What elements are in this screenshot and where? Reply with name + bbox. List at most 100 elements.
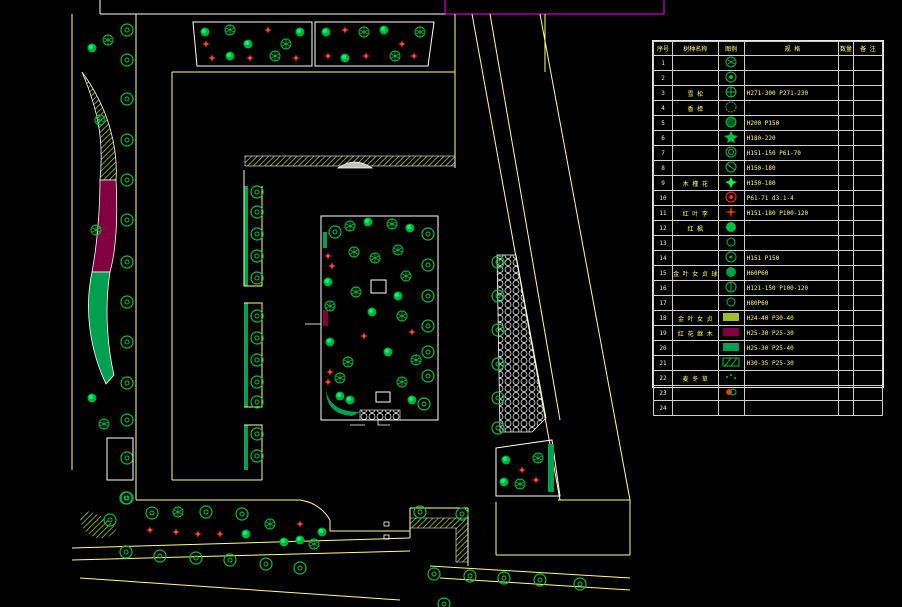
top-flower-bed-left — [192, 21, 313, 67]
legend-row-note — [852, 250, 884, 266]
legend-row-note — [852, 310, 884, 326]
legend-row-name — [672, 55, 719, 71]
legend-row-name — [672, 340, 719, 356]
legend-body: 123雪 松 H271-300 P271-230 4 香 樟 5 H200 P150 6 H1… — [652, 55, 884, 416]
legend-row-spec — [743, 100, 840, 116]
legend-row-note — [852, 55, 884, 71]
legend-row: 9木 槿 花 H150-180 — [652, 175, 884, 191]
hedge-strips — [243, 155, 456, 470]
legend-symbol-icon — [717, 220, 745, 236]
legend-row: 3雪 松 H271-300 P271-230 — [652, 85, 884, 101]
legend-row-name — [672, 235, 719, 251]
legend-row-qty — [838, 280, 854, 296]
legend-row-name — [672, 115, 719, 131]
legend-symbol-icon — [717, 160, 745, 176]
legend-row-spec: H60P60 — [743, 265, 840, 281]
legend-symbol-icon — [717, 385, 745, 401]
legend-row: 10 P61-71 d3.1-4 — [652, 190, 884, 206]
legend-row-note — [852, 355, 884, 371]
legend-row-spec — [743, 70, 840, 86]
legend-row-qty — [838, 400, 854, 416]
legend-row-no: 20 — [652, 340, 674, 356]
legend-row-note — [852, 205, 884, 221]
legend-row-qty — [838, 85, 854, 101]
legend-row-spec: H30-35 P25-30 — [743, 355, 840, 371]
legend-row-no: 18 — [652, 310, 674, 326]
legend-row: 2 — [652, 70, 884, 86]
legend-row-qty — [838, 220, 854, 236]
legend-row-name — [672, 145, 719, 161]
legend-row: 12 红 枫 — [652, 220, 884, 236]
legend-row-no: 10 — [652, 190, 674, 206]
legend-row-spec: H151-180 P100-120 — [743, 205, 840, 221]
legend-row-qty — [838, 325, 854, 341]
legend-row: 24 — [652, 400, 884, 416]
legend-header-row: 序号 树种名称 图例 规 格 数量 备 注 — [652, 41, 884, 56]
legend-header-name: 树种名称 — [672, 41, 719, 56]
legend-symbol-icon — [717, 400, 745, 416]
top-flower-bed-right — [314, 21, 435, 67]
legend-row: 4香 樟 — [652, 100, 884, 116]
legend-symbol-icon — [717, 70, 745, 86]
legend-header-note: 备 注 — [852, 41, 884, 56]
legend-row-spec: H151 P150 — [743, 250, 840, 266]
legend-row-name — [672, 385, 719, 401]
legend-row-name — [672, 70, 719, 86]
legend-row-no: 16 — [652, 280, 674, 296]
legend-symbol-icon — [717, 250, 745, 266]
legend-row-qty — [838, 55, 854, 71]
legend-row: 14 H151 P150 — [652, 250, 884, 266]
legend-row-spec: P61-71 d3.1-4 — [743, 190, 840, 206]
legend-row-note — [852, 100, 884, 116]
legend-symbol-icon — [717, 85, 745, 101]
legend-row-name — [672, 280, 719, 296]
legend-row-name: 红 叶 李 — [672, 205, 719, 221]
bottom-planting — [80, 491, 390, 575]
legend-header-qty: 数量 — [838, 41, 854, 56]
legend-symbol-icon — [717, 355, 745, 371]
legend-row-no: 24 — [652, 400, 674, 416]
legend-row-note — [852, 190, 884, 206]
legend-row-spec — [743, 220, 840, 236]
legend-symbol-icon — [717, 295, 745, 311]
legend-row: 18 金 叶 女 贞 H24-40 P30-40 — [652, 310, 884, 326]
legend-row-no: 12 — [652, 220, 674, 236]
legend-row-note — [852, 145, 884, 161]
legend-row: 8 H150-180 — [652, 160, 884, 176]
legend-row-name: 香 樟 — [672, 100, 719, 116]
legend-row-note — [852, 220, 884, 236]
legend-symbol-icon — [717, 280, 745, 296]
legend-row-name — [672, 355, 719, 371]
legend-row-qty — [838, 370, 854, 386]
legend-row-note — [852, 70, 884, 86]
legend-row: 21 H30-35 P25-30 — [652, 355, 884, 371]
legend-row-no: 14 — [652, 250, 674, 266]
legend-row-note — [852, 235, 884, 251]
legend-symbol-icon — [717, 190, 745, 206]
legend-row-spec: H121-150 P100-120 — [743, 280, 840, 296]
legend-row: 6 H180-220 — [652, 130, 884, 146]
legend-row-qty — [838, 115, 854, 131]
bottom-right-hedge — [409, 505, 587, 607]
plant-legend-table: 序号 树种名称 图例 规 格 数量 备 注 12 3雪 松 H271-300 P27… — [652, 40, 884, 416]
legend-row-qty — [838, 310, 854, 326]
legend-symbol-icon — [717, 340, 745, 356]
top-boundary — [99, 0, 665, 15]
legend-row-no: 9 — [652, 175, 674, 191]
legend-row-spec: H200 P150 — [743, 115, 840, 131]
legend-row-no: 3 — [652, 85, 674, 101]
legend-row-note — [852, 130, 884, 146]
hex-paving-area — [496, 254, 547, 433]
legend-symbol-icon — [717, 130, 745, 146]
legend-row-spec — [743, 370, 840, 386]
legend-row: 15 金 叶 女 贞 球 H60P60 — [652, 265, 884, 281]
legend-row-qty — [838, 190, 854, 206]
central-plaza — [305, 215, 439, 426]
legend-row-spec: H24-40 P30-40 — [743, 310, 840, 326]
legend-row-note — [852, 325, 884, 341]
legend-row-spec: H271-300 P271-230 — [743, 85, 840, 101]
legend-row-no: 11 — [652, 205, 674, 221]
legend-row-qty — [838, 175, 854, 191]
legend-symbol-icon — [717, 310, 745, 326]
legend-row-spec — [743, 235, 840, 251]
